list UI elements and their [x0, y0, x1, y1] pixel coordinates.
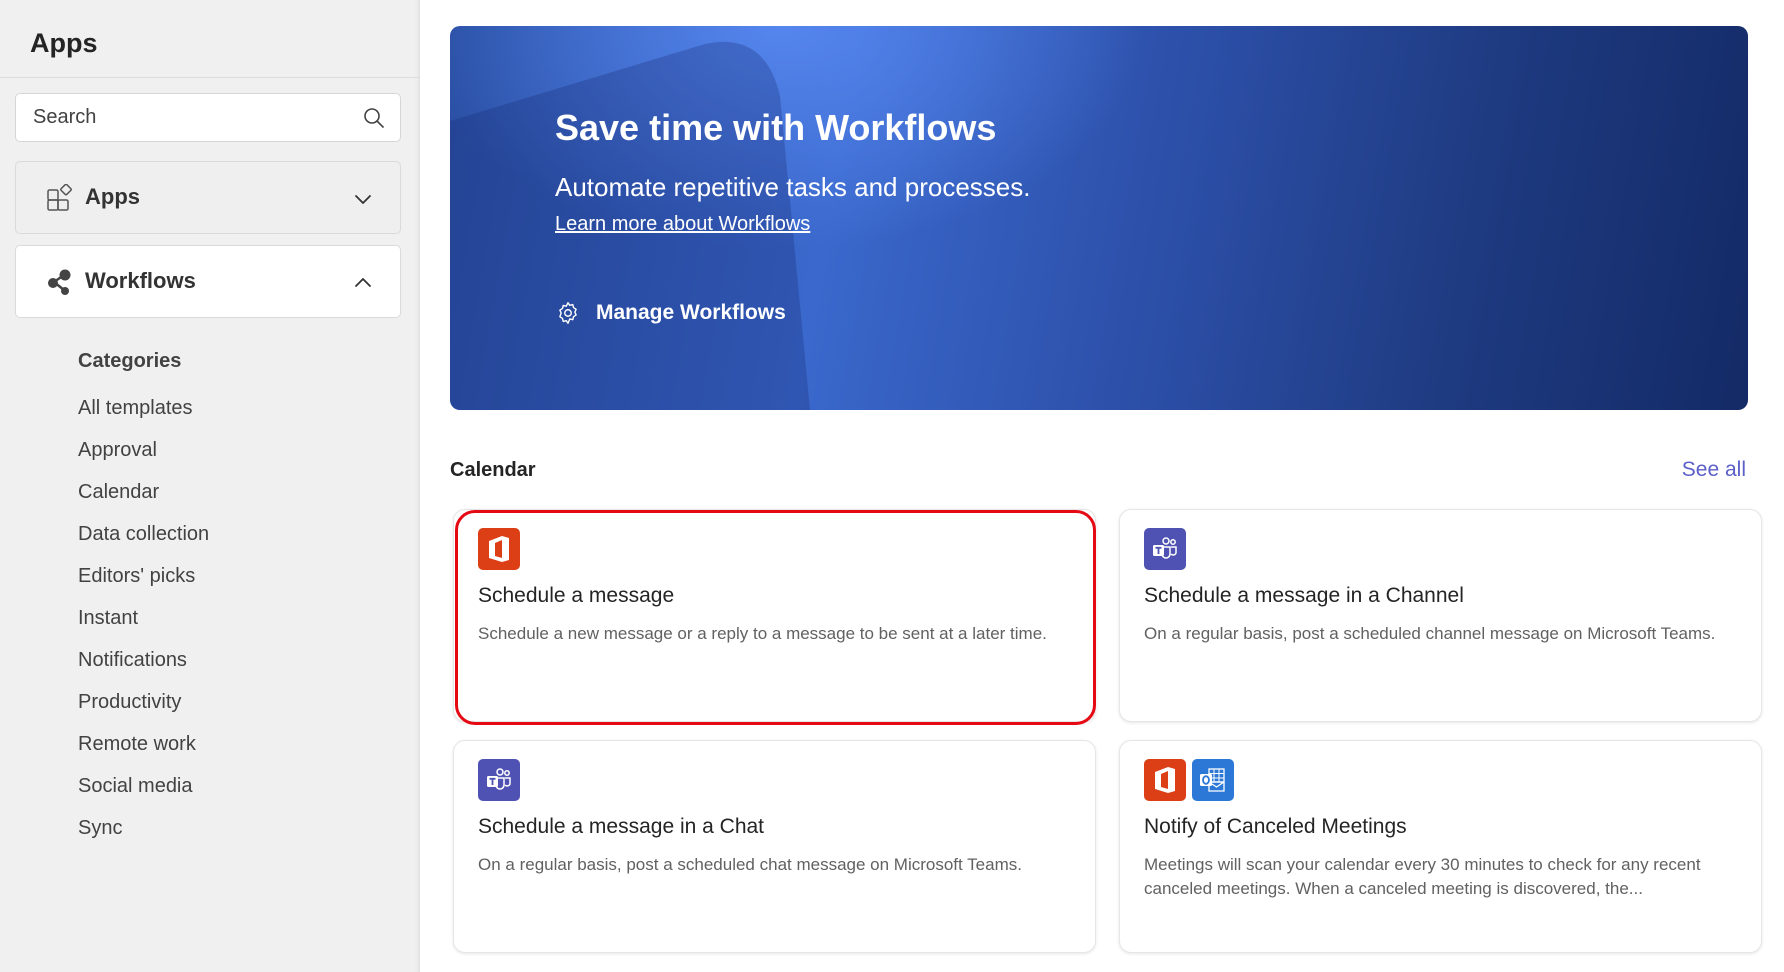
category-approval[interactable]: Approval: [78, 436, 209, 478]
card-icons: [478, 528, 520, 570]
card-title: Schedule a message in a Channel: [1144, 584, 1464, 607]
workflows-banner: Save time with Workflows Automate repeti…: [450, 26, 1748, 410]
chevron-up-icon: [355, 278, 371, 287]
sidebar: Apps Apps Workflows: [0, 0, 420, 972]
banner-title: Save time with Workflows: [555, 107, 997, 148]
manage-workflows-label: Manage Workflows: [596, 301, 786, 324]
category-editors-picks[interactable]: Editors' picks: [78, 562, 209, 604]
office-icon: [1144, 759, 1186, 801]
categories-list: All templates Approval Calendar Data col…: [78, 394, 209, 856]
card-title: Notify of Canceled Meetings: [1144, 815, 1407, 838]
template-card[interactable]: Notify of Canceled Meetings Meetings wil…: [1119, 740, 1762, 953]
workflows-icon: [48, 269, 71, 295]
card-title: Schedule a message in a Chat: [478, 815, 765, 838]
see-all-link[interactable]: See all: [1682, 458, 1746, 482]
card-description: Schedule a new message or a reply to a m…: [478, 624, 1047, 643]
card-icons: [478, 759, 520, 801]
sidebar-divider: [0, 77, 420, 78]
category-productivity[interactable]: Productivity: [78, 688, 209, 730]
category-remote-work[interactable]: Remote work: [78, 730, 209, 772]
banner-subtitle: Automate repetitive tasks and processes.: [555, 172, 1031, 202]
outlook-icon: [1192, 759, 1234, 801]
chevron-down-icon: [355, 195, 371, 204]
categories-heading: Categories: [78, 350, 182, 372]
category-sync[interactable]: Sync: [78, 814, 209, 856]
card-description: Meetings will scan your calendar every 3…: [1144, 855, 1701, 898]
category-instant[interactable]: Instant: [78, 604, 209, 646]
teams-icon: [478, 759, 520, 801]
category-calendar[interactable]: Calendar: [78, 478, 209, 520]
search-icon[interactable]: [362, 106, 386, 130]
search-box: [15, 93, 401, 142]
learn-more-link[interactable]: Learn more about Workflows: [555, 213, 810, 236]
office-icon: [478, 528, 520, 570]
category-data-collection[interactable]: Data collection: [78, 520, 209, 562]
category-social-media[interactable]: Social media: [78, 772, 209, 814]
card-description: On a regular basis, post a scheduled cha…: [478, 855, 1022, 874]
search-input[interactable]: [33, 94, 353, 141]
card-icons: [1144, 759, 1234, 801]
gear-icon: [559, 302, 577, 324]
template-card[interactable]: Schedule a message Schedule a new messag…: [453, 509, 1096, 725]
sidebar-section-label: Apps: [85, 184, 140, 209]
sidebar-section-label: Workflows: [85, 268, 196, 293]
teams-icon: [1144, 528, 1186, 570]
section-title-calendar: Calendar: [450, 459, 536, 481]
card-description: On a regular basis, post a scheduled cha…: [1144, 624, 1716, 643]
apps-grid-icon: [47, 184, 72, 211]
manage-workflows-button[interactable]: Manage Workflows: [555, 300, 786, 326]
template-card[interactable]: Schedule a message in a Channel On a reg…: [1119, 509, 1762, 722]
category-all-templates[interactable]: All templates: [78, 394, 209, 436]
sidebar-section-workflows[interactable]: Workflows: [15, 245, 401, 318]
card-title: Schedule a message: [478, 584, 675, 607]
card-icons: [1144, 528, 1186, 570]
sidebar-section-apps[interactable]: Apps: [15, 161, 401, 234]
template-card[interactable]: Schedule a message in a Chat On a regula…: [453, 740, 1096, 953]
sidebar-title: Apps: [30, 28, 98, 58]
category-notifications[interactable]: Notifications: [78, 646, 209, 688]
